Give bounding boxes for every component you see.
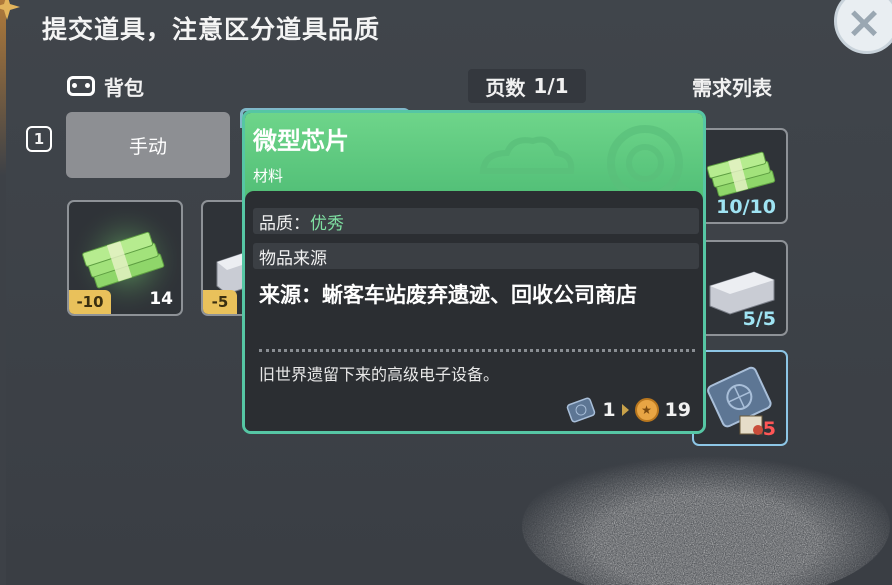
submit-items-dialog: 提交道具，注意区分道具品质 × 背包 页数 1/1 需求列表 1 手动 -10 … (0, 0, 892, 585)
backpack-icon (67, 76, 95, 96)
arrow-icon (621, 404, 629, 416)
item-description: 旧世界遗留下来的高级电子设备。 (259, 365, 500, 384)
item-name: 微型芯片 (253, 127, 349, 155)
requirement-count: 5/5 (742, 308, 776, 330)
hotkey-badge: 1 (26, 126, 52, 152)
item-price: 19 (664, 399, 691, 421)
requirement-slot-ingot[interactable]: 5/5 (692, 240, 788, 336)
quality-value: 优秀 (310, 213, 344, 234)
requirement-count: 5 (762, 418, 776, 440)
item-type: 材料 (253, 167, 284, 185)
tooltip-footer: 1 ★ 19 (566, 397, 691, 423)
manual-button[interactable]: 手动 (66, 112, 230, 178)
requirement-slot-cash[interactable]: 10/10 (692, 128, 788, 224)
side-decoration (0, 0, 6, 585)
source-text: 来源：蜥客车站废弃遗迹、回收公司商店 (259, 283, 637, 307)
tooltip-body: 品质： 优秀 物品来源 来源：蜥客车站废弃遗迹、回收公司商店 旧世界遗留下来的高… (245, 191, 703, 431)
page-indicator: 页数 1/1 (468, 69, 586, 103)
item-tooltip: 微型芯片 材料 品质： 优秀 物品来源 来源：蜥客车站废弃遗迹、回收公司商店 旧… (242, 110, 706, 434)
submit-count-badge: -5 (203, 290, 237, 314)
source-header: 物品来源 (259, 248, 327, 269)
star-decoration-icon (0, 0, 20, 20)
requirement-slot-chip[interactable]: 5 (692, 350, 788, 446)
quality-row: 品质： 优秀 (253, 208, 699, 234)
close-icon: × (845, 0, 883, 48)
noise-overlay (520, 440, 892, 585)
submit-count-badge: -10 (69, 290, 111, 314)
page-value: 1/1 (533, 74, 569, 98)
dialog-title: 提交道具，注意区分道具品质 (42, 15, 381, 44)
item-quantity: 14 (149, 289, 173, 309)
inventory-slot-cash[interactable]: -10 14 (67, 200, 183, 316)
divider (259, 349, 695, 352)
requirement-count: 10/10 (716, 196, 776, 218)
quality-label: 品质： (259, 213, 310, 234)
owned-count: 1 (602, 399, 616, 421)
close-button[interactable]: × (834, 0, 892, 54)
source-header-row: 物品来源 (253, 243, 699, 269)
microchip-icon (567, 397, 596, 423)
page-label: 页数 (485, 75, 526, 100)
requirements-title: 需求列表 (692, 76, 772, 100)
backpack-label: 背包 (104, 76, 144, 100)
coin-icon: ★ (634, 398, 659, 422)
